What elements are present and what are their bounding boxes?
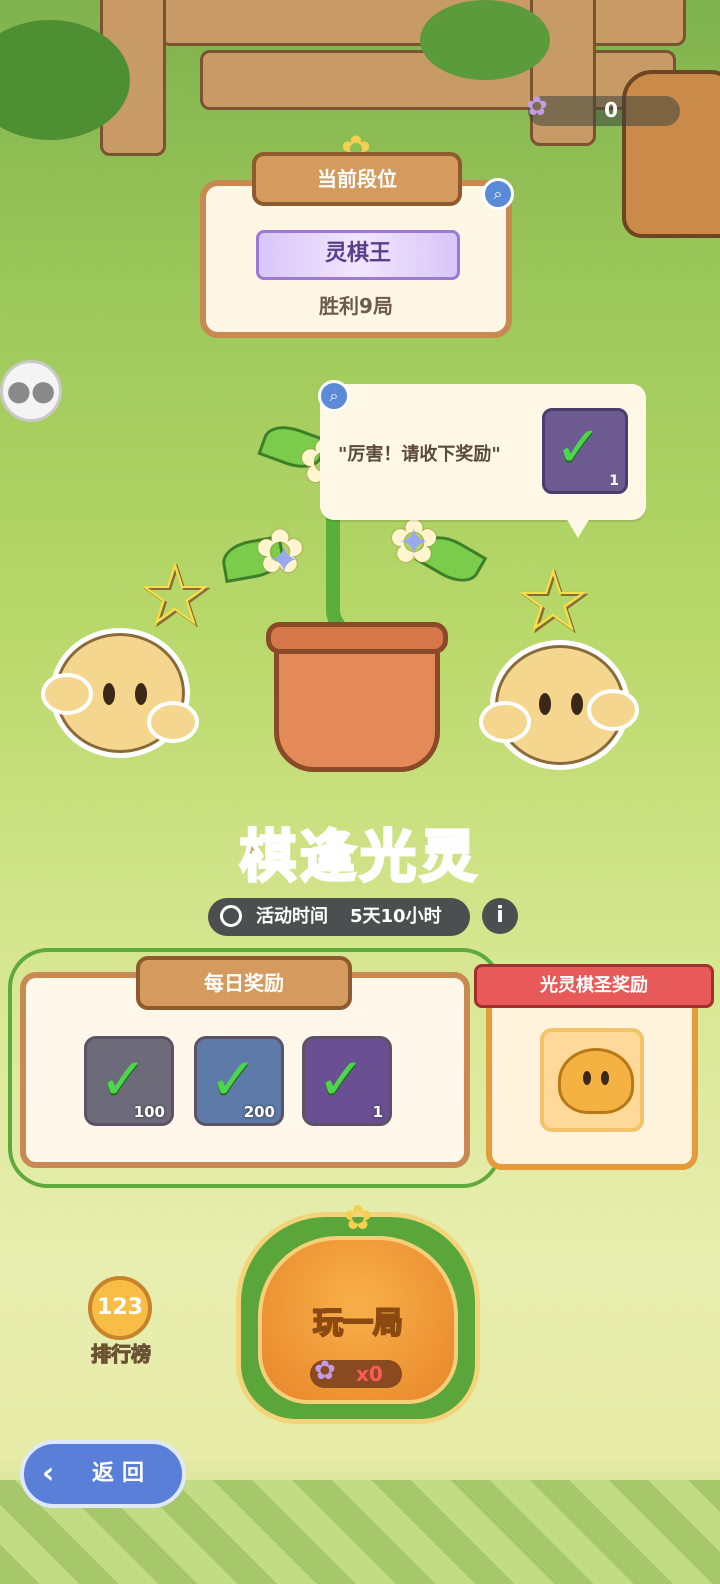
speech-bubble-tail	[566, 518, 590, 538]
daily-reward-item[interactable]: ✓ 1	[302, 1036, 392, 1126]
back-button-label: 返回	[92, 1461, 153, 1486]
leaderboard-label: 排行榜	[91, 1342, 152, 1367]
daily-reward-item[interactable]: ✓ 100	[84, 1036, 174, 1126]
rank-name-ribbon: 灵棋王	[256, 230, 460, 280]
flower-pot	[274, 636, 440, 772]
lotus-gem-icon: ✿	[314, 1356, 336, 1386]
rank-wins: 胜利9局	[319, 294, 393, 318]
speech-bubble-text: "厉害！请收下奖励"	[338, 444, 501, 465]
spirit-eye	[135, 683, 147, 705]
play-cost-value: x0	[356, 1362, 383, 1386]
star-icon: ☆	[135, 543, 215, 646]
clock-icon	[220, 905, 242, 927]
spirit-eye	[601, 1071, 609, 1085]
crystal-star-icon: ✦	[268, 538, 300, 582]
spirit-ear	[479, 701, 531, 743]
play-cost: ✿ x0	[310, 1356, 402, 1388]
currency-counter: ✿ 0	[526, 92, 680, 126]
back-button[interactable]: ‹ 返回	[20, 1440, 186, 1508]
leaderboard-button[interactable]: 123 排行榜	[82, 1276, 160, 1367]
podium-icon: 123	[88, 1276, 152, 1340]
lotus-gem-icon: ✿	[526, 92, 548, 122]
light-spirit-left	[41, 628, 199, 758]
light-spirit-right	[479, 640, 639, 770]
bush	[420, 0, 550, 80]
event-time-value: 5天10小时	[350, 906, 442, 927]
spirit-eye	[103, 683, 115, 705]
daily-reward-count: 1	[372, 1103, 383, 1121]
daily-reward-count: 100	[133, 1103, 165, 1121]
grand-reward-header: 光灵棋圣奖励	[474, 964, 714, 1008]
orange-spirit-icon	[558, 1048, 634, 1114]
back-arrow-icon: ‹	[42, 1456, 55, 1491]
daily-reward-item[interactable]: ✓ 200	[194, 1036, 284, 1126]
spirit-eye	[539, 693, 551, 715]
info-icon[interactable]: i	[482, 898, 518, 934]
bubble-search-icon[interactable]: ⌕	[318, 380, 350, 412]
crystal-star-icon: ✦	[398, 520, 430, 564]
event-time-pill: 活动时间 5天10小时	[208, 898, 470, 936]
daily-reward-header: 每日奖励	[136, 956, 352, 1010]
rank-search-icon[interactable]: ⌕	[482, 178, 514, 210]
play-button-label: 玩一局	[312, 1305, 404, 1342]
spirit-ear	[41, 673, 93, 715]
spirit-eye	[583, 1071, 591, 1085]
spirit-ear	[587, 689, 639, 731]
star-icon: ☆	[513, 549, 593, 652]
check-icon: ✓	[317, 1045, 366, 1113]
bubble-reward-slot[interactable]: ✓ 1	[542, 408, 628, 494]
flower-pot-rim	[266, 622, 448, 654]
check-icon: ✓	[555, 415, 602, 480]
grand-reward-slot[interactable]	[540, 1028, 644, 1132]
event-title: 棋逢光灵	[239, 824, 480, 892]
spirit-ear	[147, 701, 199, 743]
flower-icon: ✿	[343, 1198, 373, 1238]
spirit-eye	[571, 693, 583, 715]
event-time-label: 活动时间	[256, 906, 328, 927]
rank-card-header: 当前段位	[252, 152, 462, 206]
daily-reward-count: 200	[243, 1103, 275, 1121]
reward-count: 1	[609, 473, 619, 489]
chat-icon[interactable]: ●●	[0, 360, 62, 422]
currency-value: 0	[604, 98, 618, 122]
